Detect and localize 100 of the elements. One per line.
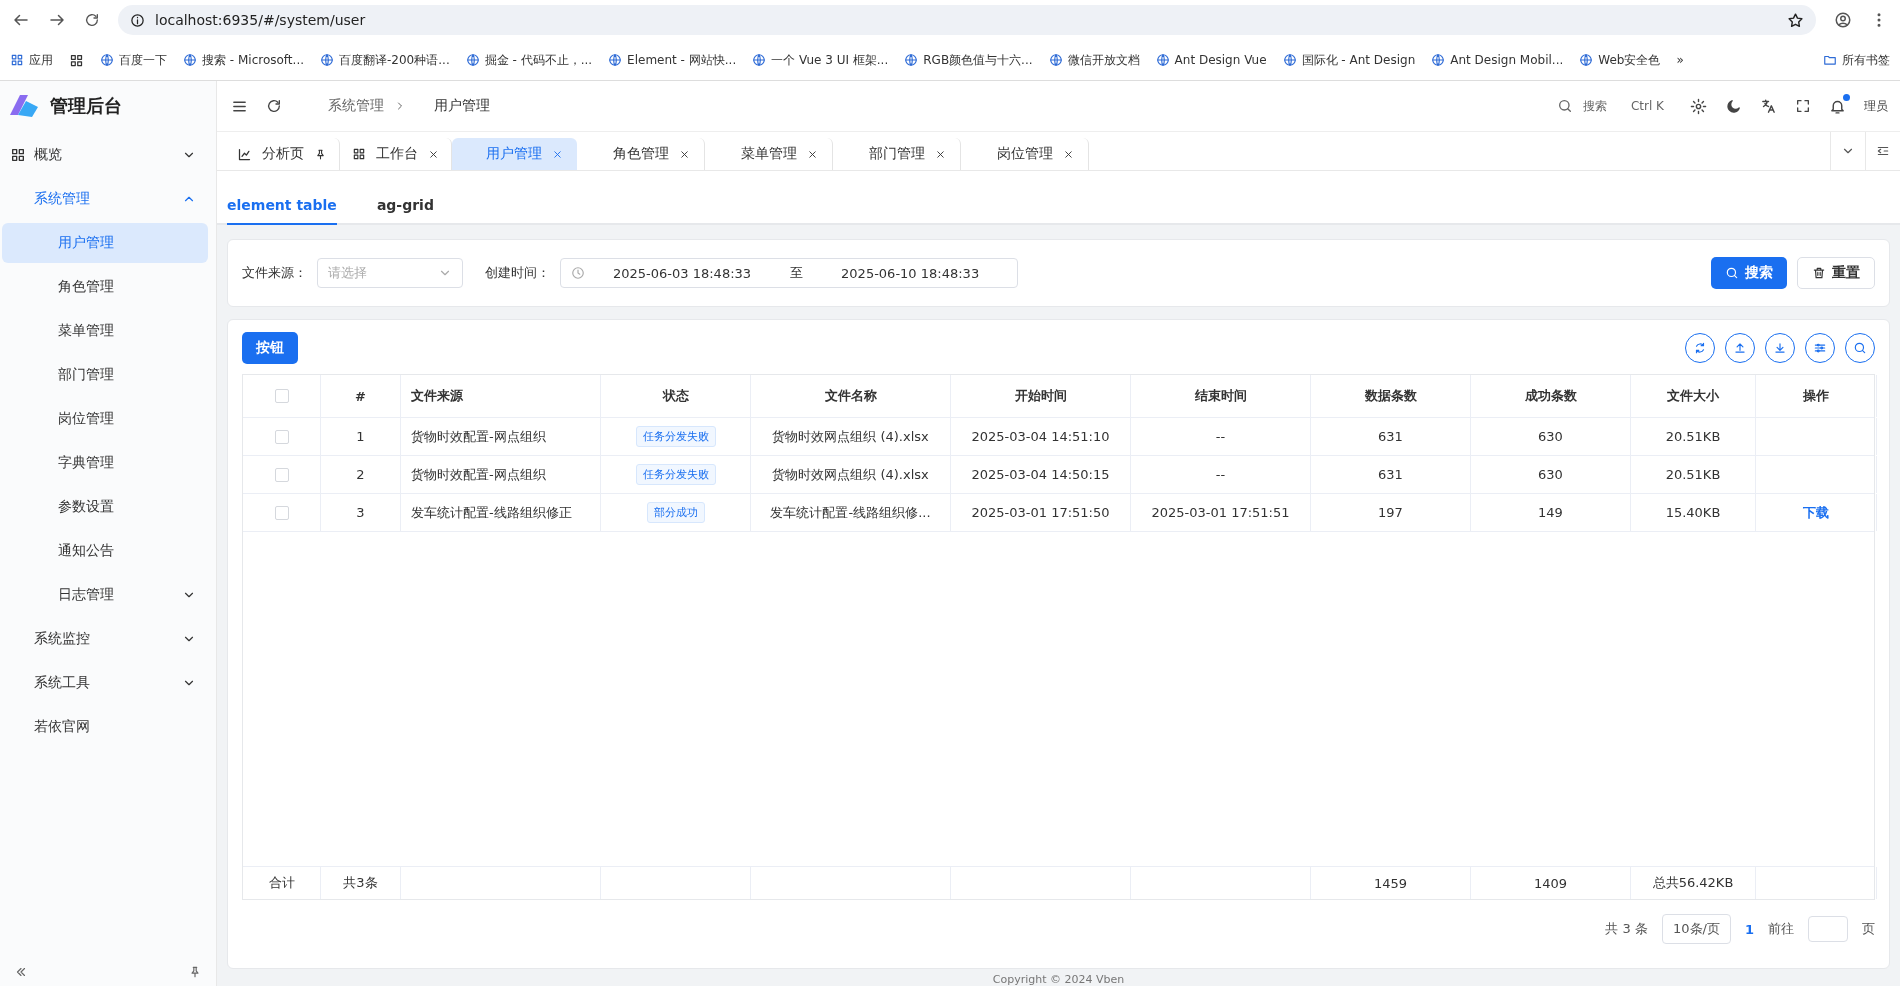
page-number[interactable]: 1 — [1744, 921, 1754, 937]
more-bookmarks-button[interactable]: » — [1676, 53, 1684, 67]
page-tab[interactable]: 菜单管理 — [705, 138, 833, 170]
total-count: 共 3 条 — [1605, 920, 1649, 938]
date-range-field[interactable]: 2025-06-03 18:48:33 至 2025-06-10 18:48:33 — [560, 258, 1018, 288]
sidebar-menu-item[interactable]: 部门管理 — [2, 355, 208, 395]
sidebar-menu-item[interactable]: 若依官网 — [2, 707, 208, 747]
content-tab[interactable]: element table — [227, 197, 337, 225]
sidebar-menu-item[interactable]: 岗位管理 — [2, 399, 208, 439]
grid-icon — [10, 53, 24, 67]
action-button[interactable]: 按钮 — [242, 332, 298, 364]
bookmark[interactable]: 一个 Vue 3 UI 框架... — [752, 51, 889, 69]
column-header: 操作 — [1803, 387, 1829, 405]
summary-cell: 合计 — [268, 874, 295, 892]
breadcrumb-item[interactable]: 用户管理 — [434, 97, 490, 115]
table-cell: 货物时效网点组织 (4).xlsx — [772, 465, 929, 484]
row-checkbox[interactable] — [274, 429, 289, 444]
close-icon[interactable] — [428, 148, 439, 160]
close-icon[interactable] — [1063, 148, 1074, 160]
sidebar-menu-item[interactable]: 用户管理 — [2, 223, 208, 263]
status-tag: 部分成功 — [646, 502, 705, 523]
globe-icon — [1048, 53, 1063, 67]
page-tab[interactable]: 分析页 — [225, 138, 340, 170]
row-checkbox[interactable] — [274, 505, 289, 520]
close-icon[interactable] — [807, 148, 818, 160]
download-link[interactable]: 下载 — [1803, 503, 1829, 522]
sidebar-menu-item[interactable]: 日志管理 — [2, 575, 208, 615]
bookmark[interactable]: Element - 网站快... — [608, 51, 737, 69]
search-button[interactable]: 搜索 Ctrl K — [1556, 97, 1664, 115]
goto-label: 前往 — [1768, 920, 1794, 938]
sliders-icon — [1813, 341, 1827, 355]
reload-icon[interactable] — [84, 12, 100, 28]
bookmark[interactable]: Ant Design Vue — [1155, 53, 1267, 67]
info-icon — [130, 12, 145, 28]
grid-icon — [352, 147, 366, 161]
star-icon[interactable] — [1787, 11, 1804, 29]
table-cell: 20.51KB — [1665, 467, 1721, 482]
page-tab[interactable]: 岗位管理 — [961, 138, 1089, 170]
copyright-text: Copyright © 2024 Vben — [992, 973, 1125, 986]
page-input[interactable] — [1808, 916, 1848, 942]
search-button[interactable]: 搜索 — [1711, 257, 1787, 289]
table-cell: 2025-03-04 14:50:15 — [971, 467, 1110, 482]
refresh-icon[interactable] — [266, 98, 282, 114]
sidebar-menu-item[interactable]: 通知公告 — [2, 531, 208, 571]
sidebar-menu-item[interactable]: 菜单管理 — [2, 311, 208, 351]
table-cell: 3 — [356, 505, 365, 520]
translate-icon[interactable] — [1760, 97, 1777, 115]
search-icon — [1556, 98, 1573, 114]
collapse-icon[interactable] — [14, 965, 28, 979]
bookmark[interactable]: 国际化 - Ant Design — [1282, 51, 1416, 69]
bookmark[interactable]: RGB颜色值与十六... — [904, 51, 1033, 69]
search-icon — [1853, 341, 1867, 355]
globe-icon — [1431, 53, 1446, 67]
table-cell: 15.40KB — [1665, 505, 1721, 520]
fullscreen-icon[interactable] — [1795, 98, 1811, 114]
page-suffix: 页 — [1862, 920, 1875, 938]
globe-icon — [904, 53, 919, 67]
grid-icon[interactable] — [69, 52, 84, 68]
breadcrumb-item[interactable]: 系统管理 — [328, 97, 384, 115]
user-name[interactable]: 理员 — [1864, 97, 1888, 115]
row-checkbox[interactable] — [274, 467, 289, 482]
column-header: 文件名称 — [824, 387, 877, 405]
table-cell: 发车统计配置-线路组织修... — [770, 503, 931, 522]
content-tab[interactable]: ag-grid — [376, 197, 434, 225]
page-tab[interactable]: 部门管理 — [833, 138, 961, 170]
bookmark[interactable]: 搜索 - Microsoft... — [183, 51, 304, 69]
moon-icon[interactable] — [1725, 97, 1742, 115]
sidebar-menu-item[interactable]: 参数设置 — [2, 487, 208, 527]
bookmark[interactable]: 应用 — [10, 51, 53, 69]
reset-button[interactable]: 重置 — [1797, 257, 1875, 289]
address-bar[interactable]: localhost:6935/#/system/user — [118, 5, 1816, 35]
fold-icon[interactable] — [1876, 144, 1890, 158]
sidebar-menu-item[interactable]: 系统工具 — [2, 663, 208, 703]
column-header: 文件来源 — [411, 387, 463, 405]
page-size-select[interactable]: 10条/页 — [1662, 914, 1731, 944]
table-cell: 2 — [356, 467, 365, 482]
sidebar-menu-item[interactable]: 系统管理 — [2, 179, 208, 219]
sidebar-menu-item[interactable]: 字典管理 — [2, 443, 208, 483]
column-header: 开始时间 — [1014, 387, 1067, 405]
profile-icon[interactable] — [1834, 11, 1852, 29]
page-tab[interactable]: 用户管理 — [452, 138, 577, 170]
bookmark[interactable]: Web安全色 — [1579, 51, 1661, 69]
globe-icon — [100, 53, 114, 67]
close-icon[interactable] — [679, 148, 690, 160]
status-tag: 任务分发失败 — [635, 426, 716, 447]
pin-icon[interactable] — [314, 147, 327, 161]
bookmark[interactable]: 百度翻译-200种语... — [320, 51, 450, 69]
sidebar-menu-item[interactable]: 系统监控 — [2, 619, 208, 659]
sidebar-menu-item[interactable]: 概览 — [2, 135, 208, 175]
bookmark[interactable]: 掘金 - 代码不止，... — [465, 51, 593, 69]
bookmark[interactable]: Ant Design Mobil... — [1431, 53, 1564, 67]
bookmark[interactable]: 微信开放文档 — [1048, 51, 1140, 69]
globe-icon — [1282, 53, 1297, 67]
trash-icon — [1812, 266, 1826, 280]
close-icon[interactable] — [935, 148, 946, 160]
bookmark[interactable]: 所有书签 — [1823, 51, 1890, 69]
select-all-checkbox[interactable] — [274, 389, 289, 403]
bookmark[interactable]: 百度一下 — [100, 51, 167, 69]
sidebar-menu-item[interactable]: 角色管理 — [2, 267, 208, 307]
page-tab[interactable]: 角色管理 — [577, 138, 705, 170]
